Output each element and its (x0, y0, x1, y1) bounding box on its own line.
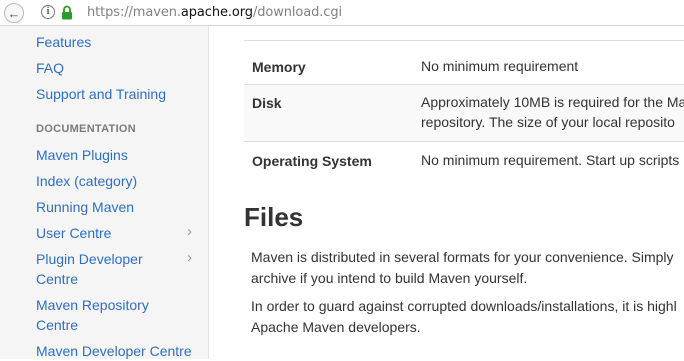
sidebar-item-maven-developer-centre[interactable]: Maven Developer Centre (36, 341, 192, 361)
sidebar-item-user-centre[interactable]: User Centre (36, 223, 111, 243)
url-text[interactable]: https://maven.apache.org/download.cgi (87, 5, 342, 20)
sidebar: Features FAQ Support and Training DOCUME… (0, 26, 209, 359)
paragraph-line: Maven is distributed in several formats … (251, 249, 674, 265)
sidebar-item-label-line2: Centre (36, 271, 79, 287)
sidebar-item-maven-plugins[interactable]: Maven Plugins (36, 145, 128, 165)
requirement-name: Operating System (252, 153, 372, 169)
sidebar-item-label-line1: Plugin Developer (36, 251, 143, 267)
url-path: /download.cgi (252, 5, 343, 20)
table-divider (244, 141, 684, 142)
url-domain: apache.org (180, 5, 253, 20)
sidebar-item-faq[interactable]: FAQ (36, 58, 64, 78)
requirement-value: Approximately 10MB is required for the M… (421, 92, 684, 132)
table-divider (244, 84, 684, 85)
address-bar[interactable]: ← i https://maven.apache.org/download.cg… (0, 0, 684, 26)
sidebar-item-features[interactable]: Features (36, 32, 91, 52)
main-content: Memory No minimum requirement Disk Appro… (209, 26, 684, 359)
paragraph-line: Apache Maven developers. (251, 319, 421, 335)
site-info-icon[interactable]: i (41, 5, 55, 19)
chevron-right-icon[interactable]: › (187, 224, 192, 239)
requirement-name: Memory (252, 59, 306, 75)
requirement-value-line1: Approximately 10MB is required for the M… (421, 94, 684, 110)
requirement-name: Disk (252, 95, 282, 111)
files-paragraph-2: In order to guard against corrupted down… (251, 296, 677, 338)
requirement-value: No minimum requirement. Start up scripts (421, 152, 680, 168)
sidebar-item-plugin-developer-centre[interactable]: Plugin Developer Centre (36, 249, 143, 289)
sidebar-section-documentation: DOCUMENTATION (36, 123, 137, 135)
requirement-value-line2: repository. The size of your local repos… (421, 114, 675, 130)
paragraph-line: In order to guard against corrupted down… (251, 298, 677, 314)
files-paragraph-1: Maven is distributed in several formats … (251, 247, 674, 289)
sidebar-item-label-line1: Maven Repository (36, 297, 149, 313)
url-prefix: https://maven. (87, 5, 181, 20)
back-button[interactable]: ← (4, 3, 24, 23)
files-heading: Files (244, 202, 304, 232)
sidebar-item-support-and-training[interactable]: Support and Training (36, 84, 166, 104)
sidebar-item-label-line2: Centre (36, 317, 79, 333)
paragraph-line: archive if you intend to build Maven you… (251, 270, 528, 286)
sidebar-item-running-maven[interactable]: Running Maven (36, 197, 134, 217)
back-arrow-icon: ← (7, 5, 21, 21)
table-divider (244, 40, 684, 41)
lock-icon (62, 5, 72, 20)
chevron-right-icon[interactable]: › (187, 250, 192, 265)
sidebar-item-maven-repository-centre[interactable]: Maven Repository Centre (36, 295, 149, 335)
requirement-value: No minimum requirement (421, 58, 579, 74)
sidebar-item-index-category[interactable]: Index (category) (36, 171, 137, 191)
